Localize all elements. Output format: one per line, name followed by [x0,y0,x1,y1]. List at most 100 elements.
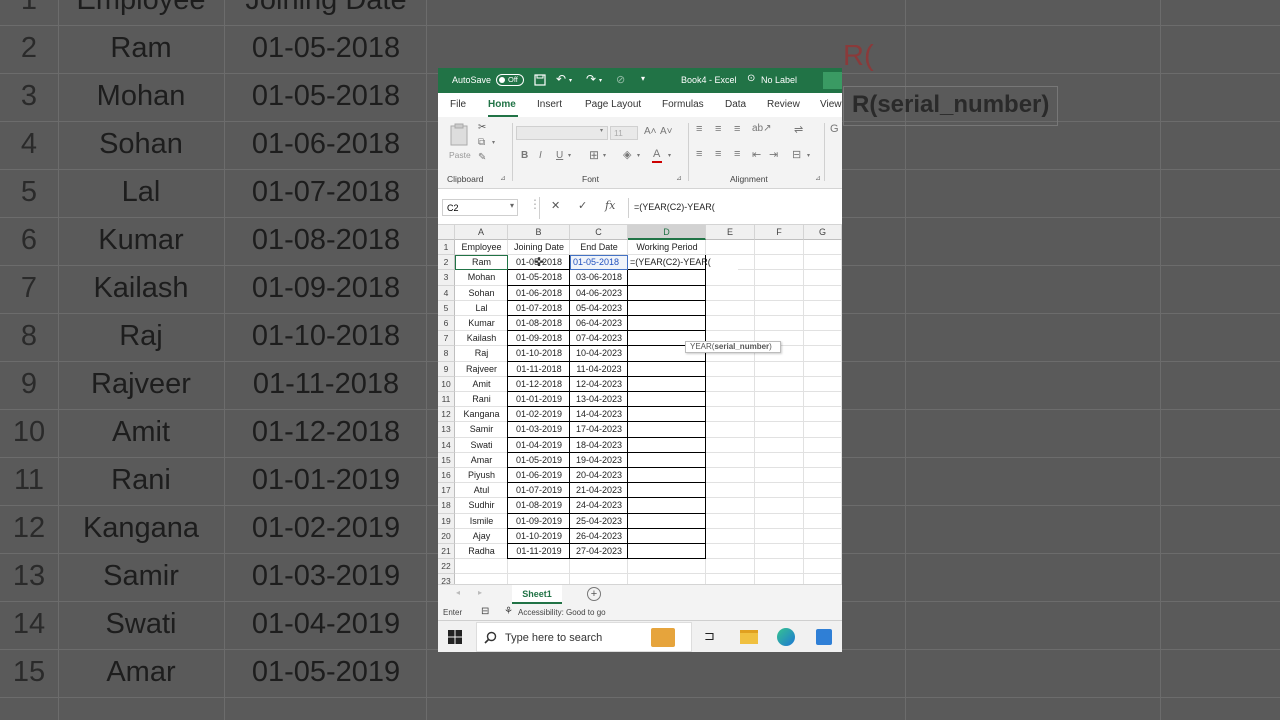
cell-b14[interactable]: 01-04-2019 [508,438,570,453]
chevron-down-icon[interactable]: ▾ [569,77,572,84]
cell-c13[interactable]: 17-04-2023 [570,422,628,437]
tab-file[interactable]: File [450,99,466,110]
chevron-down-icon[interactable]: ▾ [510,201,514,210]
cell-d17[interactable] [628,483,706,498]
merge-center-icon[interactable]: ⊟ [792,148,801,161]
row-header[interactable]: 17 [438,483,455,499]
cell-c7[interactable]: 07-04-2023 [570,331,628,346]
search-ribbon-button[interactable] [823,72,842,89]
tab-review[interactable]: Review [767,99,800,110]
cell-d15[interactable] [628,453,706,468]
cell-b17[interactable]: 01-07-2019 [508,483,570,498]
shrink-font-icon[interactable]: A˅ [660,126,673,137]
cell-b12[interactable]: 01-02-2019 [508,407,570,422]
cell-a15[interactable]: Amar [455,453,508,468]
cell-a19[interactable]: Ismile [455,514,508,529]
row-header[interactable]: 14 [438,437,455,453]
cell-d20[interactable] [628,529,706,544]
row-header[interactable]: 19 [438,513,455,529]
cell-d2[interactable]: =(YEAR(C2)-YEAR( [628,255,738,271]
row-header[interactable]: 6 [438,316,455,332]
orientation-icon[interactable]: ab↗ [752,123,772,134]
cut-icon[interactable]: ✂ [478,122,486,133]
underline-button[interactable]: U [556,150,563,161]
file-explorer-icon[interactable] [740,630,758,644]
cell-b4[interactable]: 01-06-2018 [508,286,570,301]
align-left-icon[interactable]: ≡ [696,148,702,160]
cell-a6[interactable]: Kumar [455,316,508,331]
tab-view[interactable]: View [820,99,842,110]
taskbar-search[interactable]: Type here to search [476,622,692,652]
italic-button[interactable]: I [539,150,542,161]
cell-a17[interactable]: Atul [455,483,508,498]
increase-indent-icon[interactable]: ⇥ [769,148,778,161]
align-right-icon[interactable]: ≡ [734,148,740,160]
cell-b20[interactable]: 01-10-2019 [508,529,570,544]
row-header[interactable]: 18 [438,498,455,514]
cell-d10[interactable] [628,377,706,392]
cell-c1[interactable]: End Date [570,240,628,255]
tab-data[interactable]: Data [725,99,746,110]
scroll-left-icon[interactable]: ◂ [456,588,460,597]
accessibility-status[interactable]: Accessibility: Good to go [518,608,606,617]
spreadsheet-grid[interactable]: A B C D E F G 1 Employee Joining Date End Date Work… [438,225,842,584]
cell-d3[interactable] [628,270,706,285]
cell-b15[interactable]: 01-05-2019 [508,453,570,468]
decrease-indent-icon[interactable]: ⇤ [752,148,761,161]
briefcase-icon[interactable] [651,628,675,647]
cell-b10[interactable]: 01-12-2018 [508,377,570,392]
enter-check-icon[interactable]: ✓ [578,199,587,212]
autosave-toggle[interactable]: Off [496,74,524,86]
cell-c6[interactable]: 06-04-2023 [570,316,628,331]
cell-a4[interactable]: Sohan [455,286,508,301]
cell-d5[interactable] [628,301,706,316]
add-sheet-icon[interactable]: + [587,587,601,601]
align-top-icon[interactable]: ≡ [696,123,702,135]
cell-c9[interactable]: 11-04-2023 [570,362,628,377]
column-header-b[interactable]: B [508,225,570,240]
tab-home[interactable]: Home [488,99,516,110]
row-header[interactable]: 16 [438,468,455,484]
grow-font-icon[interactable]: A˄ [644,126,657,137]
cell-a11[interactable]: Rani [455,392,508,407]
cell-d1[interactable]: Working Period [628,240,706,255]
wrap-text-icon[interactable]: ⇌ [794,123,803,136]
cell-c10[interactable]: 12-04-2023 [570,377,628,392]
cancel-icon[interactable]: ✕ [551,199,560,212]
number-format-icon[interactable]: G [830,123,839,135]
borders-icon[interactable]: ⊞ [589,148,599,162]
scroll-right-icon[interactable]: ▸ [478,588,482,597]
cell-c3[interactable]: 03-06-2018 [570,270,628,285]
cell-d4[interactable] [628,286,706,301]
cell-a13[interactable]: Samir [455,422,508,437]
dialog-launcher-icon[interactable]: ⊿ [815,174,821,182]
cell-b7[interactable]: 01-09-2018 [508,331,570,346]
select-all-corner[interactable] [438,225,455,240]
row-header[interactable]: 11 [438,392,455,408]
row-header[interactable]: 22 [438,559,455,575]
insert-function-icon[interactable]: fx [605,199,615,212]
cell-c12[interactable]: 14-04-2023 [570,407,628,422]
cell-a5[interactable]: Lal [455,301,508,316]
cell-c14[interactable]: 18-04-2023 [570,438,628,453]
cell-c15[interactable]: 19-04-2023 [570,453,628,468]
name-box[interactable]: C2 ▾ [442,199,518,216]
row-header[interactable]: 2 [438,255,455,271]
cell-a8[interactable]: Raj [455,346,508,361]
cell-b22[interactable] [508,559,570,574]
cell-c23[interactable] [570,574,628,584]
cell-b5[interactable]: 01-07-2018 [508,301,570,316]
cell-a1[interactable]: Employee [455,240,508,255]
sheet-tab[interactable]: Sheet1 [512,585,562,604]
chevron-down-icon[interactable]: ▾ [599,77,602,84]
column-header-e[interactable]: E [706,225,755,240]
row-header[interactable]: 23 [438,574,455,584]
cell-b23[interactable] [508,574,570,584]
chevron-down-icon[interactable]: ▾ [807,152,810,159]
cell-b1[interactable]: Joining Date [508,240,570,255]
cell-b21[interactable]: 01-11-2019 [508,544,570,559]
format-painter-icon[interactable]: ⊘ [616,73,625,86]
font-size-box[interactable]: 11 [610,126,638,140]
cell-a14[interactable]: Swati [455,438,508,453]
cell-b6[interactable]: 01-08-2018 [508,316,570,331]
